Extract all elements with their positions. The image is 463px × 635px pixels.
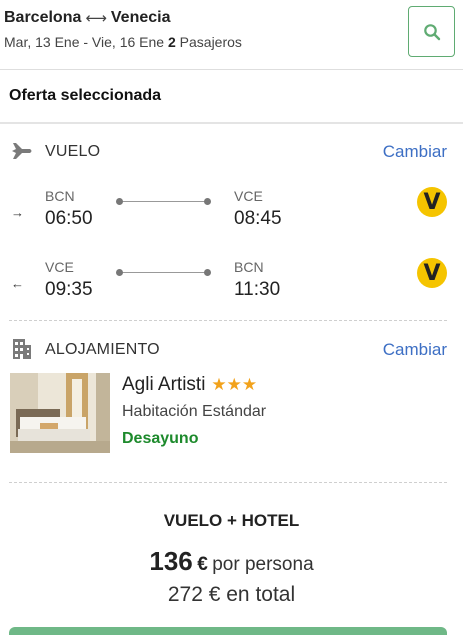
round-trip-arrows-icon: ⟷ — [85, 10, 107, 27]
airline-logo-icon: V — [417, 258, 447, 288]
accommodation-section-label: ALOJAMIENTO — [45, 341, 160, 358]
divider — [9, 482, 447, 483]
arrival-airport: BCN — [234, 259, 264, 275]
flight-section-header: VUELO Cambiar — [0, 140, 463, 164]
arrival-dot — [204, 269, 211, 276]
board-type: Desayuno — [122, 430, 199, 447]
continue-button[interactable] — [9, 627, 447, 635]
search-icon — [423, 23, 440, 40]
return-arrow-icon: ← — [11, 276, 24, 291]
offer-title: Oferta seleccionada — [9, 87, 162, 104]
search-summary-header: Barcelona ⟷ Venecia Mar, 13 Ene - Vie, 1… — [0, 0, 463, 70]
building-icon — [12, 338, 32, 365]
price-per-label: por persona — [212, 554, 314, 575]
price-total: 272 € en total — [167, 583, 296, 606]
flight-leg-return: ← VCE 09:35 BCN 11:30 — [0, 259, 463, 309]
flight-leg-outbound: → BCN 06:50 VCE 08:45 — [0, 188, 463, 238]
trip-dates: Mar, 13 Ene - Vie, 16 Ene 2 Pasajeros — [4, 34, 242, 50]
departure-dot — [116, 269, 123, 276]
arrival-airport: VCE — [234, 188, 263, 204]
hotel-name[interactable]: Agli Artisti ★★★ — [122, 374, 257, 396]
destination-city: Venecia — [110, 9, 171, 26]
search-button[interactable] — [408, 6, 455, 57]
hotel-name-text: Agli Artisti — [122, 374, 206, 395]
accommodation-section-header: ALOJAMIENTO Cambiar — [0, 338, 463, 362]
date-range: Mar, 13 Ene - Vie, 16 Ene — [4, 34, 165, 50]
departure-airport: VCE — [45, 259, 74, 275]
change-flight-link[interactable]: Cambiar — [383, 142, 447, 162]
package-label: VUELO + HOTEL — [163, 511, 300, 530]
departure-time: 09:35 — [45, 279, 93, 300]
flight-section-label: VUELO — [45, 143, 101, 160]
divider — [0, 122, 463, 124]
airline-logo-icon: V — [417, 187, 447, 217]
flight-path-line — [118, 201, 210, 202]
outbound-arrow-icon: → — [11, 205, 24, 220]
arrival-dot — [204, 198, 211, 205]
passenger-count: 2 — [167, 34, 176, 50]
arrival-time: 08:45 — [234, 208, 282, 229]
route: Barcelona ⟷ Venecia — [4, 9, 171, 27]
price-currency: € — [197, 554, 208, 575]
flight-path-line — [118, 272, 210, 273]
price-amount: 136 — [149, 546, 193, 576]
room-type: Habitación Estándar — [122, 403, 267, 420]
departure-time: 06:50 — [45, 208, 93, 229]
departure-dot — [116, 198, 123, 205]
star-rating-icon: ★★★ — [211, 375, 258, 394]
arrival-time: 11:30 — [234, 279, 281, 300]
departure-airport: BCN — [45, 188, 75, 204]
hotel-photo[interactable] — [10, 373, 110, 453]
passenger-label: Pasajeros — [179, 34, 242, 50]
price-per-person: 136 € por persona — [0, 546, 463, 577]
change-accommodation-link[interactable]: Cambiar — [383, 340, 447, 360]
divider — [9, 320, 447, 321]
airplane-icon — [10, 140, 34, 167]
origin-city: Barcelona — [4, 9, 82, 26]
